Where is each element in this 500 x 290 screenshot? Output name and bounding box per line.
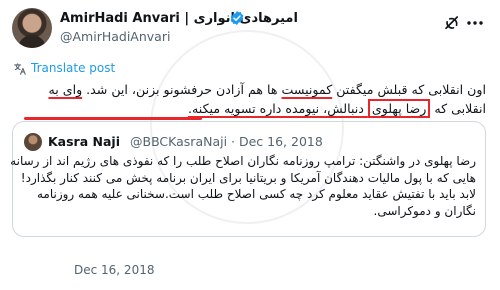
quoted-author-avatar[interactable] [24,133,42,151]
tweet-text-segment: ها هم آزادن حرفشونو بزنن، این شد. [82,82,282,97]
author-name[interactable]: AmirHadi Anvari | امیرهادی انواری [60,11,298,26]
tweet-text-segment: انقلابی که [430,101,486,116]
tweet-text: اون انقلابی که قبلش میگفتن کمونیست ها هم… [12,80,486,118]
tweet-date[interactable]: Dec 16, 2018 [74,263,154,277]
quoted-line: نگاران و دموکراسی. [373,203,477,218]
author-avatar[interactable] [12,8,52,48]
tweet-line-1: اون انقلابی که قبلش میگفتن کمونیست ها هم… [12,80,486,99]
tweet-line-2: انقلابی که رضا پهلوی دنبالش، نیومده داره… [12,99,486,118]
underlined-word-communists: کمونیست [281,82,333,97]
grok-icon[interactable] [443,14,461,32]
more-horizontal-icon[interactable] [466,20,484,26]
quoted-author-meta[interactable]: @BBCKasraNaji · Dec 16, 2018 [130,134,323,149]
author-handle[interactable]: @AmirHadiAnvari [60,29,170,44]
quoted-line: هایی که با پول مالیات دهندگان آمریکا و ب… [20,170,476,185]
red-underline-annotation [24,117,202,120]
quoted-tweet-text: رضا پهلوی در واشنگتن: ترامپ روزنامه نگار… [10,153,477,219]
underlined-phrase-settling: دنبالش، نیومده داره تسویه میکنه. [188,101,368,116]
verified-badge-icon [230,11,244,25]
quoted-line: لابد باید با تفتیش عقاید معلوم کرد چه کس… [36,187,476,201]
quoted-author-name[interactable]: Kasra Naji [48,134,120,149]
quoted-line: رضا پهلوی در واشنگتن: ترامپ روزنامه نگار… [10,154,476,168]
translate-post-link[interactable]: Translate post [31,61,115,75]
avatar-shoulders [18,35,46,48]
boxed-name-reza-pahlavi: رضا پهلوی [367,99,431,118]
underlined-phrase-woe-to: وای به [48,82,83,97]
translate-icon[interactable] [13,62,27,76]
tweet-text-segment: اون انقلابی که قبلش میگفتن [332,82,486,97]
